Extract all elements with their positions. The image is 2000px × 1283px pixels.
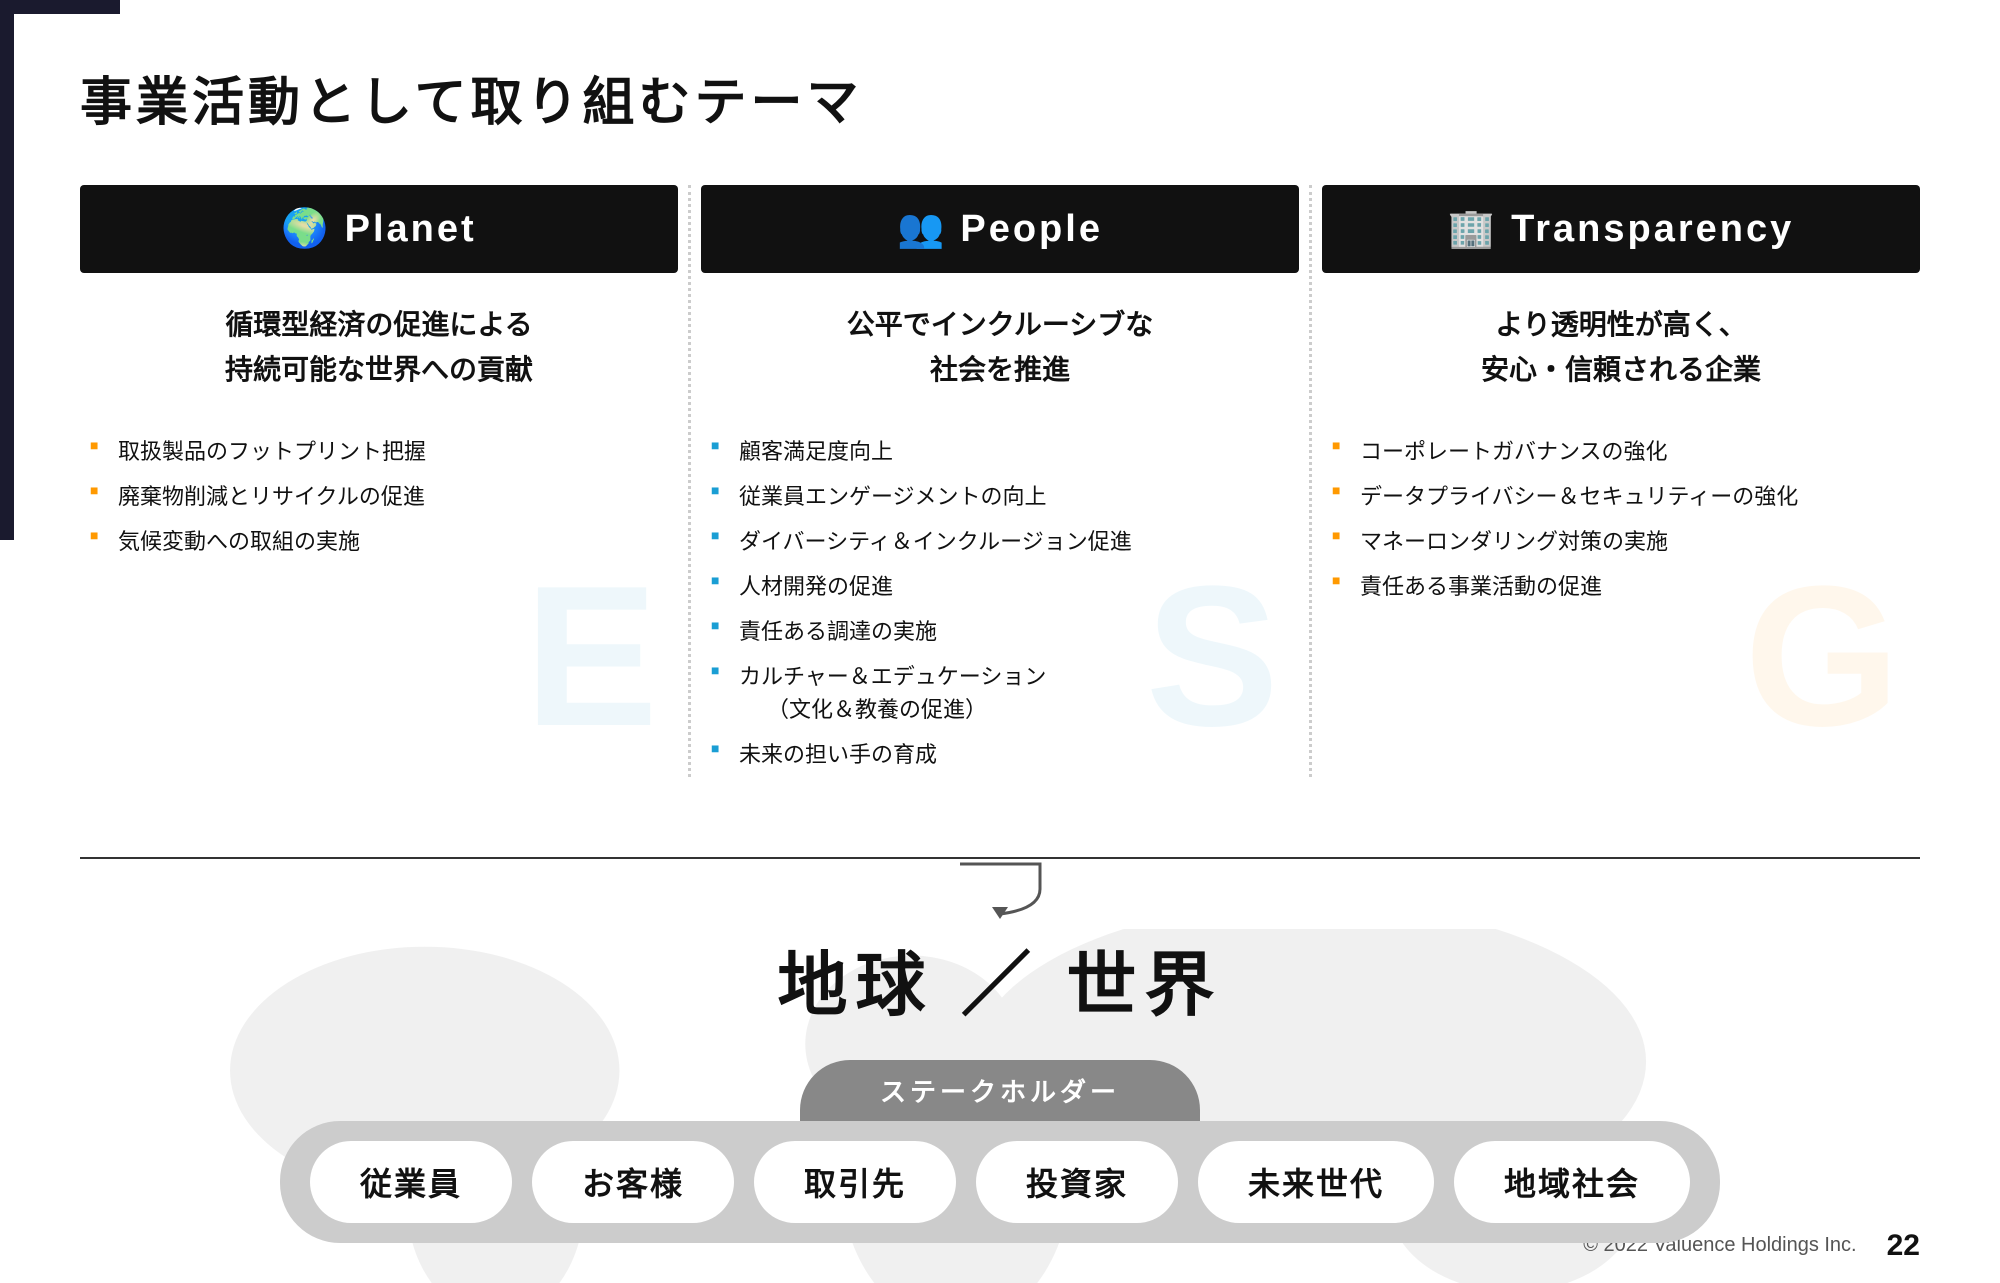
transparency-bullet-4: 責任ある事業活動の促進 bbox=[1332, 564, 1910, 609]
stakeholder-wrapper: ステークホルダー 従業員 お客様 取引先 投資家 未来世代 地域社会 bbox=[80, 1060, 1920, 1243]
people-label: People bbox=[960, 208, 1103, 251]
column-people: 👥 People 公平でインクルーシブな社会を推進 顧客満足度向上 従業員エンゲ… bbox=[701, 185, 1299, 777]
divider-1 bbox=[688, 185, 691, 777]
people-bullet-2: 従業員エンゲージメントの向上 bbox=[711, 474, 1289, 519]
column-transparency: 🏢 Transparency より透明性が高く、安心・信頼される企業 コーポレー… bbox=[1322, 185, 1920, 777]
planet-bullets: 取扱製品のフットプリント把握 廃棄物削減とリサイクルの促進 気候変動への取組の実… bbox=[80, 429, 678, 564]
bottom-section: 地球 ／ 世界 ステークホルダー 従業員 お客様 取引先 投資家 未来世代 地域… bbox=[0, 929, 2000, 1283]
people-subtitle: 公平でインクルーシブな社会を推進 bbox=[701, 303, 1299, 393]
people-bullets: 顧客満足度向上 従業員エンゲージメントの向上 ダイバーシティ＆インクルージョン促… bbox=[701, 429, 1299, 777]
top-accent bbox=[0, 0, 120, 14]
transparency-bullets: コーポレートガバナンスの強化 データプライバシー＆セキュリティーの強化 マネーロ… bbox=[1322, 429, 1920, 609]
people-bullet-7: 未来の担い手の育成 bbox=[711, 732, 1289, 777]
transparency-bullet-2: データプライバシー＆セキュリティーの強化 bbox=[1332, 474, 1910, 519]
people-bullet-5: 責任ある調達の実施 bbox=[711, 609, 1289, 654]
planet-bullet-2: 廃棄物削減とリサイクルの促進 bbox=[90, 474, 668, 519]
transparency-header: 🏢 Transparency bbox=[1322, 185, 1920, 273]
divider-2 bbox=[1309, 185, 1312, 777]
stakeholder-partner: 取引先 bbox=[754, 1141, 956, 1223]
planet-subtitle: 循環型経済の促進による持続可能な世界への貢献 bbox=[80, 303, 678, 393]
stakeholder-label: ステークホルダー bbox=[800, 1060, 1200, 1121]
globe-title: 地球 ／ 世界 bbox=[80, 929, 1920, 1030]
people-icon: 👥 bbox=[897, 207, 944, 251]
curved-arrow bbox=[940, 859, 1060, 919]
transparency-icon: 🏢 bbox=[1448, 207, 1495, 251]
bg-letter-e: E bbox=[525, 557, 658, 757]
people-bullet-1: 顧客満足度向上 bbox=[711, 429, 1289, 474]
planet-label: Planet bbox=[345, 208, 477, 251]
transparency-label: Transparency bbox=[1511, 208, 1794, 251]
three-columns: 🌍 Planet 循環型経済の促進による持続可能な世界への貢献 取扱製品のフット… bbox=[80, 185, 1920, 777]
transparency-subtitle: より透明性が高く、安心・信頼される企業 bbox=[1322, 303, 1920, 393]
people-bullet-4: 人材開発の促進 bbox=[711, 564, 1289, 609]
left-accent bbox=[0, 0, 14, 540]
page-title: 事業活動として取り組むテーマ bbox=[80, 60, 1920, 135]
stakeholder-future: 未来世代 bbox=[1198, 1141, 1434, 1223]
people-bullet-6: カルチャー＆エデュケーション（文化＆教養の促進） bbox=[711, 654, 1289, 732]
stakeholder-employee: 従業員 bbox=[310, 1141, 512, 1223]
transparency-bullet-3: マネーロンダリング対策の実施 bbox=[1332, 519, 1910, 564]
stakeholder-community: 地域社会 bbox=[1454, 1141, 1690, 1223]
planet-bullet-3: 気候変動への取組の実施 bbox=[90, 519, 668, 564]
stakeholder-pills: 従業員 お客様 取引先 投資家 未来世代 地域社会 bbox=[280, 1121, 1720, 1243]
column-planet: 🌍 Planet 循環型経済の促進による持続可能な世界への貢献 取扱製品のフット… bbox=[80, 185, 678, 777]
stakeholder-customer: お客様 bbox=[532, 1141, 734, 1223]
people-header: 👥 People bbox=[701, 185, 1299, 273]
planet-header: 🌍 Planet bbox=[80, 185, 678, 273]
stakeholder-investor: 投資家 bbox=[976, 1141, 1178, 1223]
planet-bullet-1: 取扱製品のフットプリント把握 bbox=[90, 429, 668, 474]
people-bullet-3: ダイバーシティ＆インクルージョン促進 bbox=[711, 519, 1289, 564]
planet-icon: 🌍 bbox=[281, 207, 328, 251]
transparency-bullet-1: コーポレートガバナンスの強化 bbox=[1332, 429, 1910, 474]
page: 事業活動として取り組むテーマ 🌍 Planet 循環型経済の促進による持続可能な… bbox=[0, 0, 2000, 1283]
